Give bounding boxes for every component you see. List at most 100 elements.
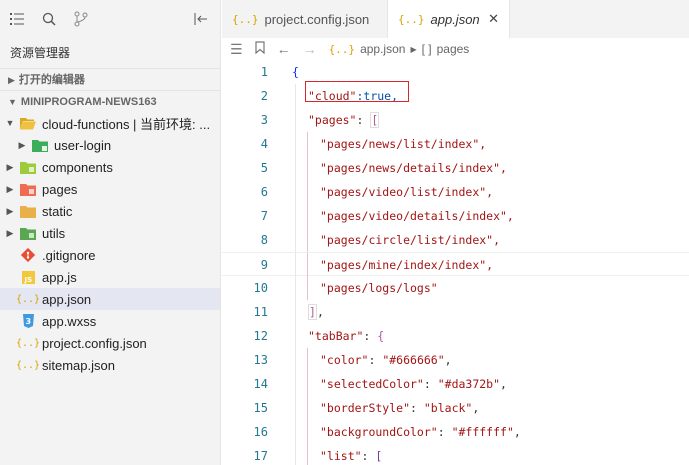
json-string: "pages/mine/index/index", — [320, 258, 494, 272]
chevron-right-icon: ▶ — [6, 205, 14, 216]
search-icon[interactable] — [40, 10, 58, 28]
code-line: 6 "pages/video/list/index", — [222, 180, 689, 204]
list-icon[interactable]: ☰ — [230, 41, 243, 58]
punctuation: , — [500, 377, 507, 391]
code-line: 15 "borderStyle": "black", — [222, 396, 689, 420]
line-number: 5 — [260, 161, 268, 175]
code-line: 10 "pages/logs/logs" — [222, 276, 689, 300]
code-editor[interactable]: 1{ 2 "cloud":true, 3 "pages": [ 4 "pages/ne… — [222, 60, 689, 465]
pages-folder-icon — [20, 182, 36, 196]
json-file-icon: {..} — [15, 337, 41, 349]
tree-item-label: project.config.json — [42, 335, 147, 351]
css-file-icon: 3 — [20, 314, 36, 328]
line-number: 15 — [253, 401, 268, 415]
line-number: 6 — [260, 185, 268, 199]
line-number: 10 — [253, 281, 268, 295]
cloud-folder-icon — [32, 138, 48, 152]
json-key: "cloud" — [308, 89, 357, 103]
tree-item[interactable]: 3 app.wxss — [0, 310, 220, 332]
line-number: 13 — [253, 353, 268, 367]
json-string: "pages/news/list/index", — [320, 137, 487, 151]
tree-item[interactable]: {..} project.config.json — [0, 332, 220, 354]
tab-project-config[interactable]: {..} project.config.json — [222, 0, 388, 38]
section-label: 打开的编辑器 — [18, 73, 85, 86]
json-string: "#ffffff" — [451, 425, 514, 439]
json-string: "pages/news/details/index", — [320, 161, 507, 175]
tree-item[interactable]: ▶ user-login — [0, 134, 220, 156]
json-string: "pages/logs/logs" — [320, 281, 438, 295]
js-file-icon: JS — [20, 270, 36, 284]
punctuation: : — [410, 401, 424, 415]
punctuation: : — [423, 377, 438, 391]
breadcrumb: ☰ ← → {..} app.json ▶ [ ] pages — [222, 38, 689, 60]
json-key: "backgroundColor" — [320, 425, 438, 439]
punctuation: : — [368, 353, 383, 367]
tree-item-label: static — [42, 203, 73, 219]
tree-item[interactable]: ▶ components — [0, 156, 220, 178]
punctuation: , — [444, 353, 452, 367]
tree-item-label: .gitignore — [42, 247, 96, 263]
tree-item[interactable]: {..} sitemap.json — [0, 354, 220, 376]
line-number: 8 — [260, 233, 268, 247]
open-editors-section[interactable]: ▶ 打开的编辑器 — [0, 68, 220, 90]
line-number: 16 — [253, 425, 268, 439]
activity-bar — [0, 0, 220, 38]
code-line: 7 "pages/video/details/index", — [222, 204, 689, 228]
punctuation: , — [513, 425, 521, 439]
arrow-right-icon[interactable]: → — [303, 41, 317, 57]
file-tree: ▼ cloud-functions | 当前环境: ... ▶ user-login ▶… — [0, 112, 220, 376]
breadcrumb-file[interactable]: {..} app.json ▶ [ ] pages — [329, 42, 470, 56]
tree-item-label: user-login — [54, 137, 112, 153]
punctuation: : — [361, 449, 376, 463]
project-section[interactable]: ▼ MINIPROGRAM-NEWS163 — [0, 90, 220, 112]
json-key: "pages" — [308, 113, 357, 127]
line-number: 17 — [253, 449, 268, 463]
tree-item[interactable]: {..} app.json — [0, 288, 220, 310]
json-key: "color" — [320, 353, 369, 367]
tree-item-label: app.wxss — [42, 313, 97, 329]
menu-icon[interactable] — [8, 10, 26, 28]
code-line: 11], — [222, 300, 689, 324]
git-icon — [20, 248, 36, 262]
tree-item[interactable]: ▶ utils — [0, 222, 220, 244]
chevron-right-icon: ▶ — [6, 183, 14, 194]
arrow-left-icon[interactable]: ← — [277, 41, 291, 57]
tree-item[interactable]: ▶ static — [0, 200, 220, 222]
punctuation: , — [316, 305, 324, 319]
json-file-icon: {..} — [398, 12, 425, 26]
code-line-current: 9 "pages/mine/index/index", — [222, 252, 689, 277]
json-file-icon: {..} — [15, 293, 41, 305]
line-number: 1 — [260, 65, 268, 79]
line-number: 12 — [253, 329, 268, 343]
code-line: 17 "list": [ — [222, 444, 689, 465]
tree-item[interactable]: JS app.js — [0, 266, 220, 288]
components-folder-icon — [20, 160, 36, 174]
tree-item[interactable]: .gitignore — [0, 244, 220, 266]
code-line: 8 "pages/circle/list/index", — [222, 228, 689, 252]
json-value: :true, — [356, 89, 399, 103]
punctuation: : — [437, 425, 452, 439]
json-string: "pages/video/list/index", — [320, 185, 494, 199]
folder-open-icon — [20, 116, 36, 130]
json-string: "#da372b" — [437, 377, 501, 391]
code-line: 16 "backgroundColor": "#ffffff", — [222, 420, 689, 444]
tree-item-label: sitemap.json — [42, 357, 115, 373]
source-control-icon[interactable] — [72, 10, 90, 28]
line-number: 3 — [260, 113, 268, 127]
tree-item-label: app.json — [42, 291, 92, 307]
explorer-title: 资源管理器 — [10, 46, 71, 60]
tree-item[interactable]: ▶ pages — [0, 178, 220, 200]
editor-tabs: {..} project.config.json {..} app.json ✕ — [222, 0, 689, 38]
line-number: 9 — [260, 258, 268, 272]
close-icon[interactable]: ✕ — [488, 11, 499, 27]
chevron-right-icon: ▶ — [6, 227, 14, 238]
code-line: 5 "pages/news/details/index", — [222, 156, 689, 180]
line-number: 11 — [253, 305, 268, 319]
breadcrumb-file-label: app.json — [360, 42, 406, 56]
tab-app-json[interactable]: {..} app.json ✕ — [388, 0, 510, 38]
utils-folder-icon — [20, 226, 36, 240]
chevron-down-icon: ▼ — [8, 96, 17, 107]
collapse-sidebar-icon[interactable] — [192, 10, 210, 28]
tree-item[interactable]: ▼ cloud-functions | 当前环境: ... — [0, 112, 220, 134]
bookmark-icon[interactable] — [254, 41, 265, 57]
